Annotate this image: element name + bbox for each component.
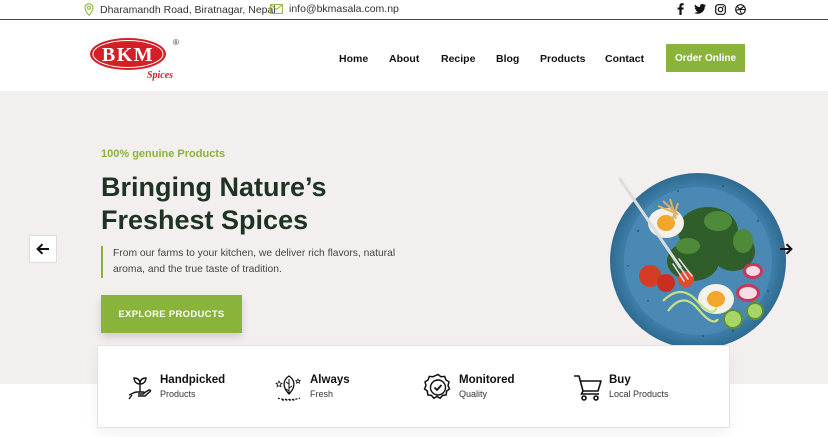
hand-plant-icon (128, 377, 152, 400)
top-bar: Dharamandh Road, Biratnagar, Nepal info@… (0, 0, 828, 20)
order-online-button[interactable]: Order Online (666, 44, 745, 72)
carousel-prev-button[interactable] (29, 235, 57, 263)
carousel-next-button[interactable] (772, 235, 800, 263)
twitter-icon[interactable] (694, 3, 706, 15)
email-item[interactable]: info@bkmasala.com.np (270, 3, 399, 15)
cart-icon (574, 375, 602, 401)
social-links (674, 3, 746, 15)
hero-section: 100% genuine Products Bringing Nature’s … (0, 91, 828, 384)
explore-products-button[interactable]: EXPLORE PRODUCTS (101, 295, 242, 333)
email-text[interactable]: info@bkmasala.com.np (289, 3, 399, 15)
hero-tagline: 100% genuine Products (101, 148, 226, 160)
hero-description: From our farms to your kitchen, we deliv… (101, 246, 401, 278)
feature-title: Always (310, 374, 350, 386)
mail-icon (270, 4, 283, 14)
hero-title: Bringing Nature’s Freshest Spices (101, 171, 401, 237)
arrow-right-icon (780, 243, 793, 255)
feature-handpicked: Handpicked Products (126, 373, 225, 401)
feature-subtitle: Quality (459, 389, 488, 399)
feature-subtitle: Local Products (609, 389, 669, 399)
nav-blog[interactable]: Blog (496, 53, 519, 65)
hero-title-line2: Freshest Spices (101, 205, 309, 235)
features-bar: Handpicked Products Always Fresh Monitor… (97, 345, 730, 428)
feature-subtitle: Fresh (310, 389, 334, 399)
feature-title: Buy (609, 374, 631, 386)
leaf-drop-icon (275, 375, 302, 401)
logo-text: BKM (102, 44, 154, 66)
logo-registered: ® (173, 38, 179, 47)
instagram-icon[interactable] (714, 3, 726, 15)
facebook-icon[interactable] (674, 3, 686, 15)
nav-products[interactable]: Products (540, 53, 586, 65)
hero-title-line1: Bringing Nature’s (101, 172, 327, 202)
address-text: Dharamandh Road, Biratnagar, Nepal (100, 3, 276, 16)
site-header: BKM ® Spices Home About Recipe Blog Prod… (0, 21, 828, 91)
location-pin-icon (84, 3, 94, 16)
brand-logo[interactable]: BKM ® Spices (88, 35, 188, 81)
feature-title: Monitored (459, 374, 515, 386)
page: Dharamandh Road, Biratnagar, Nepal info@… (0, 0, 828, 437)
dribbble-icon[interactable] (734, 3, 746, 15)
arrow-left-icon (36, 243, 49, 255)
salad-bowl-image (608, 171, 788, 351)
nav-contact[interactable]: Contact (605, 53, 644, 65)
feature-title: Handpicked (160, 374, 226, 386)
nav-recipe[interactable]: Recipe (441, 53, 475, 65)
badge-check-icon (423, 373, 451, 400)
feature-local: Buy Local Products (573, 373, 669, 401)
address-item: Dharamandh Road, Biratnagar, Nepal (84, 3, 276, 16)
nav-about[interactable]: About (389, 53, 419, 65)
logo-subtext: Spices (147, 70, 173, 81)
feature-subtitle: Products (160, 389, 196, 399)
feature-fresh: Always Fresh (274, 373, 350, 403)
nav-home[interactable]: Home (339, 53, 368, 65)
feature-quality: Monitored Quality (423, 373, 515, 403)
